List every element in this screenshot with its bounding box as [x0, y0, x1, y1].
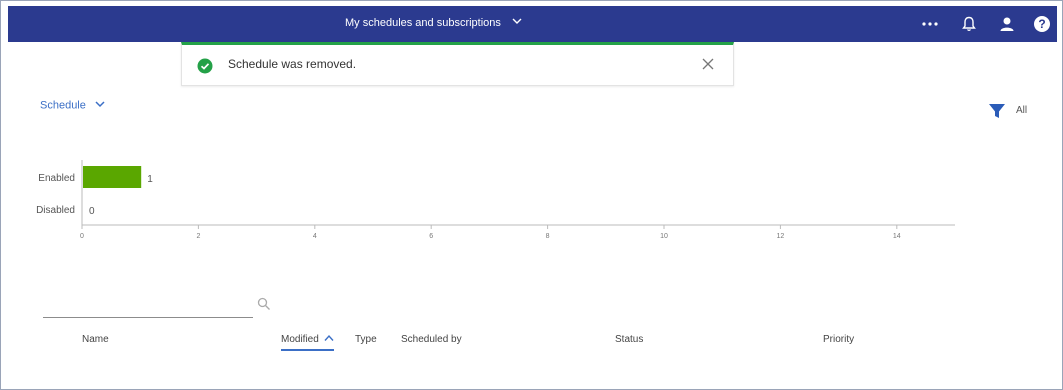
- check-circle-icon: [197, 58, 213, 74]
- value-label: 0: [89, 206, 95, 217]
- x-tick-label: 12: [777, 233, 785, 240]
- help-icon[interactable]: ?: [1032, 14, 1052, 34]
- top-navigation-bar: My schedules and subscriptions ?: [8, 6, 1057, 42]
- filter-label[interactable]: All: [1016, 105, 1027, 116]
- x-tick-label: 8: [546, 233, 550, 240]
- chevron-down-icon: [512, 6, 522, 40]
- filter-icon[interactable]: [988, 102, 1006, 120]
- more-icon[interactable]: [920, 14, 940, 34]
- x-tick-label: 4: [313, 233, 317, 240]
- sort-ascending-icon: [324, 334, 334, 345]
- category-label: Enabled: [38, 173, 75, 184]
- column-header-priority[interactable]: Priority: [823, 334, 854, 345]
- x-tick-label: 0: [80, 233, 84, 240]
- column-header-type[interactable]: Type: [355, 334, 377, 345]
- column-header-label: Modified: [281, 334, 319, 346]
- close-icon[interactable]: [701, 57, 715, 71]
- x-tick-label: 2: [196, 233, 200, 240]
- x-tick-label: 10: [660, 233, 668, 240]
- view-selector-label: Schedule: [40, 99, 86, 112]
- search-icon[interactable]: [257, 297, 271, 311]
- value-label: 1: [147, 174, 153, 185]
- chevron-down-icon: [95, 99, 105, 112]
- column-header-name[interactable]: Name: [82, 334, 109, 345]
- toast-message: Schedule was removed.: [228, 57, 357, 71]
- bell-icon[interactable]: [959, 14, 979, 34]
- category-label: Disabled: [36, 205, 75, 216]
- column-header-scheduled-by[interactable]: Scheduled by: [401, 334, 462, 345]
- svg-text:?: ?: [1038, 17, 1045, 31]
- user-icon[interactable]: [997, 14, 1017, 34]
- notification-toast: Schedule was removed.: [181, 42, 734, 86]
- page-title-menu[interactable]: My schedules and subscriptions: [345, 6, 522, 42]
- x-tick-label: 6: [429, 233, 433, 240]
- column-header-status[interactable]: Status: [615, 334, 643, 345]
- search-input[interactable]: [43, 296, 253, 318]
- x-tick-label: 14: [893, 233, 901, 240]
- bar: [83, 166, 142, 188]
- schedule-status-chart: 0 2 4 6 8 10 12 14 Enabled 1 Disabled 0: [36, 160, 955, 240]
- column-header-modified[interactable]: Modified: [281, 334, 334, 352]
- view-selector-dropdown[interactable]: Schedule: [40, 99, 105, 112]
- page-title: My schedules and subscriptions: [345, 17, 501, 29]
